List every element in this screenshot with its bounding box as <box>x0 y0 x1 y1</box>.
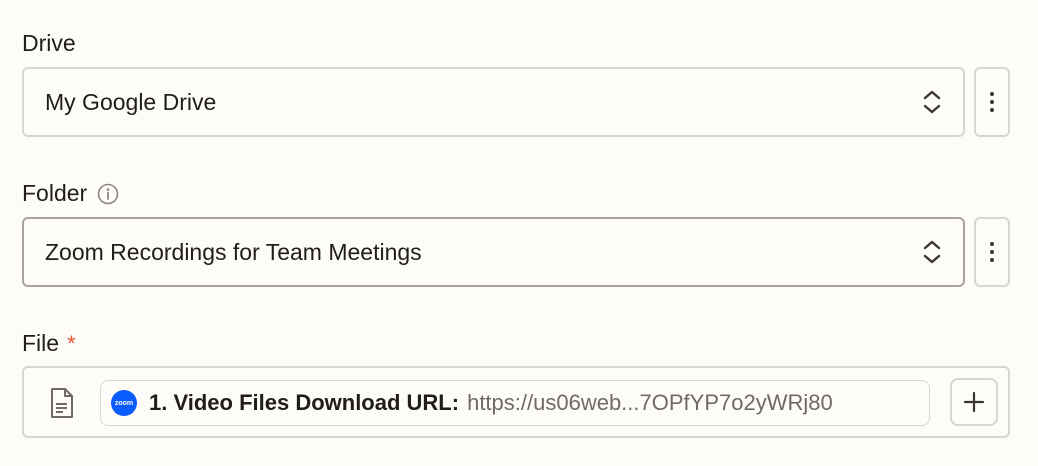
info-icon[interactable] <box>97 183 119 205</box>
folder-more-button[interactable] <box>974 217 1010 287</box>
document-icon <box>51 388 73 418</box>
pill-value: https://us06web...7OPfYP7o2yWRj80 <box>467 390 833 415</box>
chevron-up-down-icon <box>923 240 941 264</box>
plus-icon <box>963 391 985 413</box>
file-label: File * <box>22 330 76 357</box>
file-label-text: File <box>22 330 60 356</box>
folder-label: Folder <box>22 180 119 207</box>
chevron-up-down-icon <box>923 90 941 114</box>
more-vertical-icon <box>990 242 994 246</box>
file-input[interactable]: zoom 1. Video Files Download URL: https:… <box>22 366 1010 438</box>
required-marker: * <box>67 330 76 356</box>
zoom-logo-icon: zoom <box>111 390 137 416</box>
drive-label-text: Drive <box>22 30 76 56</box>
folder-select[interactable]: Zoom Recordings for Team Meetings <box>22 217 965 287</box>
drive-label: Drive <box>22 30 76 57</box>
drive-more-button[interactable] <box>974 67 1010 137</box>
folder-select-value: Zoom Recordings for Team Meetings <box>45 238 422 265</box>
drive-select[interactable]: My Google Drive <box>22 67 965 137</box>
mapped-field-pill[interactable]: zoom 1. Video Files Download URL: https:… <box>100 380 930 426</box>
folder-label-text: Folder <box>22 180 88 206</box>
more-vertical-icon <box>990 92 994 96</box>
drive-select-value: My Google Drive <box>45 88 217 115</box>
add-button[interactable] <box>950 378 998 426</box>
pill-label: 1. Video Files Download URL: <box>149 390 460 415</box>
